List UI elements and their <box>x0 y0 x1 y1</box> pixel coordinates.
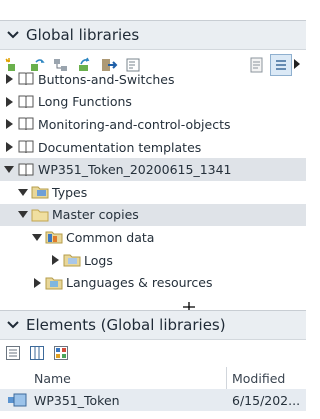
tree-item-documentation-templates[interactable]: Documentation templates <box>0 136 306 159</box>
tree-item-label: Master copies <box>52 207 139 223</box>
expand-arrow-icon[interactable] <box>2 117 16 131</box>
tree-item-label: Logs <box>84 252 113 268</box>
element-name: WP351_Token <box>34 392 120 408</box>
details-view-icon[interactable] <box>26 342 48 364</box>
elements-grid-header: Name Modified <box>0 367 306 389</box>
elements-toolbar <box>0 341 306 365</box>
elements-title: Elements (Global libraries) <box>26 316 226 334</box>
table-row[interactable]: WP351_Token 6/15/202... <box>0 389 306 411</box>
master-copies-folder-icon <box>31 207 49 223</box>
tree-item-label: Common data <box>66 229 155 245</box>
tree-item-long-functions[interactable]: Long Functions <box>0 91 306 114</box>
tree-item-label: Buttons-and-Switches <box>38 71 175 87</box>
tree-item-label: WP351_Token_20200615_1341 <box>38 162 232 178</box>
book-icon <box>17 116 35 132</box>
column-header-name[interactable]: Name <box>34 371 71 386</box>
elements-header[interactable]: Elements (Global libraries) <box>0 310 306 340</box>
collapse-arrow-icon[interactable] <box>16 208 30 222</box>
tree-item-label: Documentation templates <box>38 139 202 155</box>
tree-item-wp351-token-library[interactable]: WP351_Token_20200615_1341 <box>0 158 306 181</box>
expand-arrow-icon[interactable] <box>48 253 62 267</box>
list-view-icon[interactable] <box>2 342 24 364</box>
column-header-modified[interactable]: Modified <box>232 371 285 386</box>
overview-icon[interactable] <box>50 342 72 364</box>
expand-arrow-icon[interactable] <box>30 276 44 290</box>
tree-item-logs[interactable]: Logs <box>0 249 306 272</box>
element-modified: 6/15/202... <box>232 392 301 408</box>
tree-item-buttons-and-switches[interactable]: Buttons-and-Switches <box>0 68 306 91</box>
tree-item-label: Monitoring-and-control-objects <box>38 116 231 132</box>
tree-item-types[interactable]: Types <box>0 181 306 204</box>
tree-item-label: Types <box>52 184 88 200</box>
global-libraries-title: Global libraries <box>26 26 140 44</box>
expand-arrow-icon[interactable] <box>2 140 16 154</box>
languages-folder-icon <box>45 275 63 291</box>
collapse-arrow-icon[interactable] <box>2 163 16 177</box>
tree-item-languages-resources[interactable]: Languages & resources <box>0 271 306 294</box>
tree-item-label: Long Functions <box>38 94 132 110</box>
tree-item-label: Languages & resources <box>66 275 213 291</box>
collapse-arrow-icon[interactable] <box>30 230 44 244</box>
tree-item-common-data[interactable]: Common data <box>0 226 306 249</box>
common-data-folder-icon <box>45 229 63 245</box>
global-libraries-header[interactable]: Global libraries <box>0 20 306 50</box>
tree-item-monitoring-and-control-objects[interactable]: Monitoring-and-control-objects <box>0 113 306 136</box>
collapse-arrow-icon[interactable] <box>16 185 30 199</box>
expand-arrow-icon[interactable] <box>2 72 16 86</box>
tree-item-master-copies[interactable]: Master copies <box>0 203 306 227</box>
book-icon <box>17 94 35 110</box>
expand-arrow-icon[interactable] <box>2 95 16 109</box>
chevron-down-icon[interactable] <box>0 21 26 49</box>
logs-folder-icon <box>63 252 81 268</box>
book-icon <box>17 71 35 87</box>
library-tree: Buttons-and-Switches Long Functions Moni… <box>0 68 306 294</box>
book-icon <box>17 139 35 155</box>
book-icon <box>17 162 35 178</box>
types-folder-icon <box>31 184 49 200</box>
element-type-icon <box>8 392 28 411</box>
chevron-down-icon[interactable] <box>0 311 26 339</box>
